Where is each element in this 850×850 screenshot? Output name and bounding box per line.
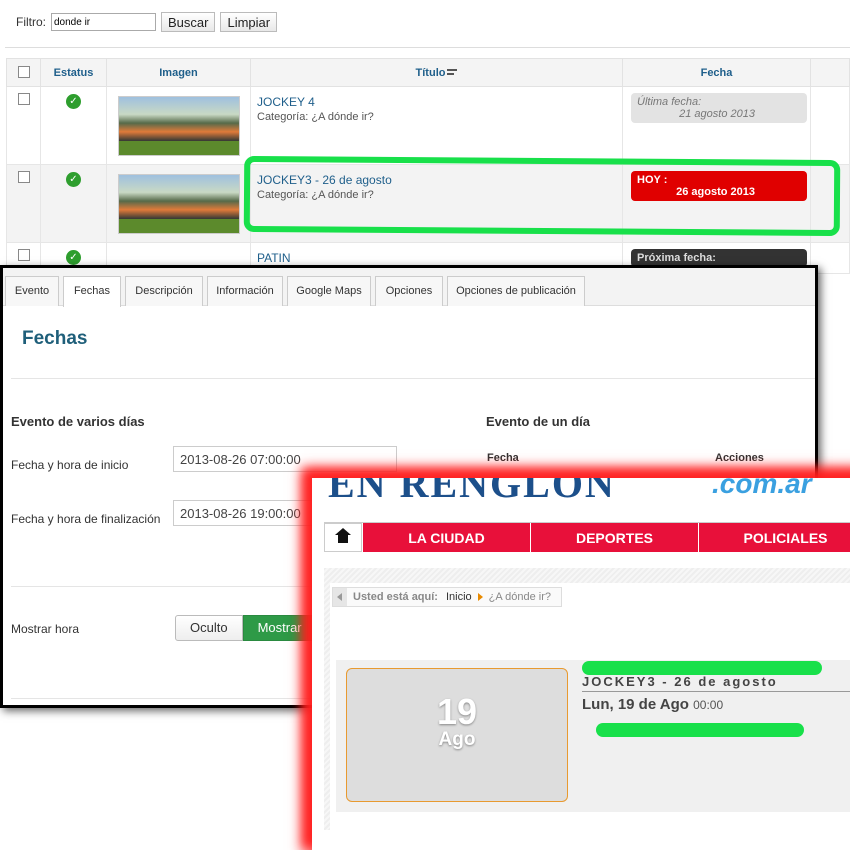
nav-home-button[interactable] — [324, 523, 362, 552]
tab-google-maps[interactable]: Google Maps — [287, 276, 371, 306]
date-badge-label: Próxima fecha: — [637, 252, 716, 264]
tab-fechas[interactable]: Fechas — [63, 276, 121, 307]
tab-descripcion[interactable]: Descripción — [125, 276, 203, 306]
green-highlight-mark — [582, 661, 822, 675]
header-status[interactable]: Estatus — [40, 58, 107, 87]
breadcrumb-current: ¿A dónde ir? — [488, 591, 552, 603]
start-datetime-input[interactable] — [173, 446, 397, 472]
header-image: Imagen — [106, 58, 251, 87]
tab-opciones-publicacion[interactable]: Opciones de publicación — [447, 276, 585, 306]
header-title[interactable]: Título — [416, 67, 446, 79]
event-day: 19 — [436, 691, 478, 732]
show-time-off-button[interactable]: Oculto — [175, 615, 243, 641]
search-button[interactable]: Buscar — [161, 12, 216, 32]
divider — [11, 378, 815, 379]
tab-bar: Evento Fechas Descripción Información Go… — [3, 268, 815, 307]
breadcrumb-back-icon[interactable] — [333, 588, 347, 606]
event-title[interactable]: JOCKEY3 - 26 de agosto — [582, 674, 778, 689]
clear-button[interactable]: Limpiar — [220, 12, 278, 32]
event-category: Categoría: ¿A dónde ir? — [257, 111, 374, 123]
published-check-icon[interactable]: ✓ — [66, 172, 81, 187]
green-annotation-box — [243, 155, 841, 237]
published-check-icon[interactable]: ✓ — [66, 250, 81, 265]
nav-item-policiales[interactable]: POLICIALES — [698, 523, 850, 552]
section-title: Fechas — [22, 328, 88, 349]
event-month: Ago — [438, 729, 476, 750]
end-datetime-label: Fecha y hora de finalización — [11, 512, 161, 526]
date-badge-label: Última fecha: — [637, 96, 702, 108]
divider — [582, 691, 850, 692]
published-check-icon[interactable]: ✓ — [66, 94, 81, 109]
date-badge-value: 21 agosto 2013 — [679, 108, 755, 120]
event-title-link[interactable]: PATIN — [257, 251, 616, 265]
tab-opciones[interactable]: Opciones — [375, 276, 443, 306]
single-day-heading: Evento de un día — [486, 414, 591, 429]
multi-day-heading: Evento de varios días — [11, 414, 145, 429]
end-datetime-input[interactable] — [173, 500, 313, 526]
header-extra — [810, 58, 850, 87]
breadcrumb-label: Usted está aquí: — [353, 591, 438, 603]
row-checkbox[interactable] — [17, 93, 30, 105]
event-time: 00:00 — [693, 698, 724, 712]
event-title-link[interactable]: JOCKEY 4 — [257, 95, 616, 109]
logo-domain: .com.ar — [712, 478, 812, 499]
filter-bar: Filtro: Buscar Limpiar — [16, 12, 278, 32]
breadcrumb: Usted está aquí: Inicio ¿A dónde ir? — [332, 587, 563, 607]
select-all-checkbox[interactable] — [17, 66, 30, 78]
nav-item-la-ciudad[interactable]: LA CIUDAD — [362, 523, 530, 552]
row-checkbox[interactable] — [17, 249, 30, 261]
start-datetime-label: Fecha y hora de inicio — [11, 458, 129, 472]
logo-text: EN RENGLÓN — [328, 478, 616, 506]
event-thumbnail — [117, 96, 240, 156]
event-thumbnail — [117, 174, 240, 234]
tab-informacion[interactable]: Información — [207, 276, 283, 306]
filter-input[interactable] — [51, 13, 156, 31]
show-time-toggle: Oculto Mostrar — [175, 615, 317, 641]
divider — [5, 47, 850, 48]
green-highlight-mark — [596, 723, 804, 737]
select-all-header — [6, 58, 41, 87]
row-checkbox[interactable] — [17, 171, 30, 183]
header-date[interactable]: Fecha — [622, 58, 811, 87]
home-icon — [335, 527, 351, 544]
event-date: Lun, 19 de Ago 00:00 — [582, 696, 723, 713]
event-calendar-badge: 19 Ago — [346, 668, 568, 802]
single-day-date-header: Fecha — [487, 452, 519, 464]
date-badge-past: Última fecha: 21 agosto 2013 — [631, 93, 807, 123]
table-row: ✓ JOCKEY 4 Categoría: ¿A dónde ir? Últim… — [6, 86, 850, 165]
breadcrumb-separator-icon — [477, 593, 483, 601]
show-time-on-button[interactable]: Mostrar — [242, 615, 317, 641]
breadcrumb-home-link[interactable]: Inicio — [446, 591, 472, 603]
show-time-label: Mostrar hora — [11, 622, 80, 636]
site-logo[interactable]: EN RENGLÓN .com.ar — [322, 478, 822, 508]
filter-label: Filtro: — [16, 15, 46, 29]
event-date-text: Lun, 19 de Ago — [582, 696, 689, 713]
header-title-cell[interactable]: Título — [250, 58, 623, 87]
nav-item-deportes[interactable]: DEPORTES — [530, 523, 698, 552]
single-day-actions-header: Acciones — [715, 452, 764, 464]
frontend-site-view: EN RENGLÓN .com.ar LA CIUDAD DEPORTES PO… — [312, 478, 850, 850]
main-nav: LA CIUDAD DEPORTES POLICIALES — [324, 522, 850, 552]
tab-evento[interactable]: Evento — [5, 276, 59, 306]
sort-icon[interactable] — [447, 68, 458, 77]
